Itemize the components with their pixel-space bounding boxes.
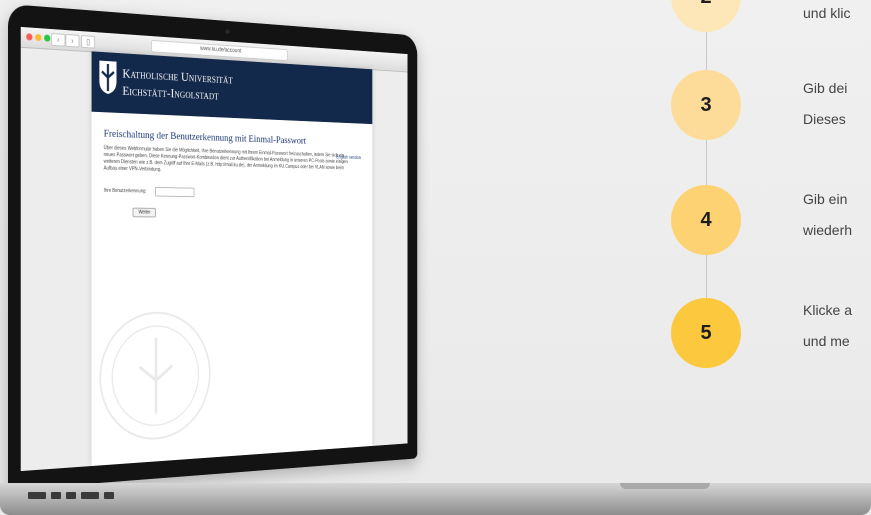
step-text-line: wiederh	[803, 222, 853, 238]
forward-button[interactable]: ›	[65, 33, 80, 48]
sidebar-icon[interactable]: ▯	[81, 35, 96, 49]
university-seal-watermark	[97, 308, 213, 446]
university-shield-icon	[98, 60, 117, 96]
laptop-lid: ‹ › ▯ www.ku.de/account Katholische Univ…	[8, 4, 418, 490]
step-number: 4	[700, 208, 712, 231]
step-text-line: Dieses	[803, 111, 846, 127]
step-2-text: und klic	[803, 3, 850, 24]
close-window-icon[interactable]	[26, 33, 33, 41]
web-page: Katholische Universität Eichstätt-Ingols…	[91, 51, 373, 467]
step-text-line: Gib dei	[803, 80, 848, 96]
maximize-window-icon[interactable]	[44, 34, 51, 42]
step-text-line: und klic	[803, 5, 851, 21]
username-row: Ihre Benutzerkennung:	[104, 186, 363, 200]
university-name: Katholische Universität Eichstätt-Ingols…	[122, 65, 232, 105]
step-number: 3	[700, 93, 712, 116]
username-input[interactable]	[154, 186, 195, 198]
port-icon	[51, 492, 61, 499]
window-controls	[26, 33, 51, 42]
laptop-mockup: ‹ › ▯ www.ku.de/account Katholische Univ…	[0, 0, 871, 515]
step-5-text: Klicke a und me	[803, 300, 852, 352]
english-version-link[interactable]: English version	[336, 155, 361, 161]
port-icon	[104, 492, 114, 499]
step-5-circle: 5	[671, 298, 741, 368]
submit-button[interactable]: Weiter	[132, 207, 157, 218]
step-3-text: Gib dei Dieses	[803, 78, 847, 130]
username-label: Ihre Benutzerkennung:	[103, 187, 147, 195]
port-icon	[66, 492, 76, 499]
laptop-ports	[28, 492, 114, 499]
step-4-text: Gib ein wiederh	[803, 189, 852, 241]
step-number: 5	[700, 321, 712, 344]
step-number: 2	[700, 0, 711, 9]
laptop-base	[0, 483, 871, 515]
step-text-line: Klicke a	[803, 302, 853, 318]
camera-icon	[225, 29, 230, 35]
minimize-window-icon[interactable]	[35, 33, 42, 42]
laptop-screen: ‹ › ▯ www.ku.de/account Katholische Univ…	[20, 26, 408, 472]
step-text-line: und me	[803, 333, 850, 349]
step-text-line: Gib ein	[803, 191, 848, 207]
form-description: Über dieses Webformular haben Sie die Mö…	[103, 145, 348, 173]
step-3-circle: 3	[671, 70, 741, 140]
port-icon	[81, 492, 99, 499]
laptop-notch	[620, 483, 710, 489]
step-4-circle: 4	[671, 185, 741, 255]
back-button[interactable]: ‹	[51, 32, 66, 47]
page-title: Freischaltung der Benutzerkennung mit Ei…	[103, 127, 306, 147]
port-icon	[28, 492, 46, 499]
form-content: Freischaltung der Benutzerkennung mit Ei…	[92, 112, 373, 230]
